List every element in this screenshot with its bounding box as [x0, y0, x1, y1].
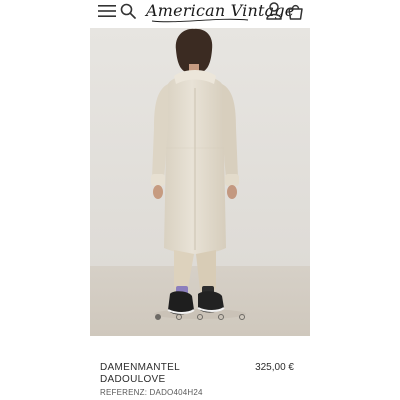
product-name-line-1: DAMENMANTEL — [100, 362, 180, 373]
gallery-dot[interactable] — [239, 314, 245, 320]
product-reference: REFERENZ: DADO404H24 — [100, 388, 203, 397]
product-name: DAMENMANTEL DADOULOVE — [100, 362, 230, 386]
account-icon[interactable] — [266, 2, 282, 20]
logo-underline-swash — [151, 18, 249, 23]
gallery-dot[interactable] — [218, 314, 224, 320]
product-price: 325,00 € — [255, 362, 294, 373]
product-name-line-2: DADOULOVE — [100, 374, 166, 385]
gallery-dot[interactable] — [176, 314, 182, 320]
product-image-gallery[interactable] — [90, 28, 310, 336]
bag-icon[interactable] — [287, 3, 304, 20]
gallery-dot[interactable] — [155, 314, 161, 320]
product-photo — [90, 28, 310, 336]
menu-icon[interactable] — [98, 4, 116, 18]
site-header: American Vintage — [90, 0, 310, 26]
gallery-pagination — [90, 314, 310, 324]
product-info: DAMENMANTEL DADOULOVE 325,00 € REFERENZ:… — [90, 340, 310, 400]
search-icon[interactable] — [120, 3, 136, 19]
gallery-dot[interactable] — [197, 314, 203, 320]
